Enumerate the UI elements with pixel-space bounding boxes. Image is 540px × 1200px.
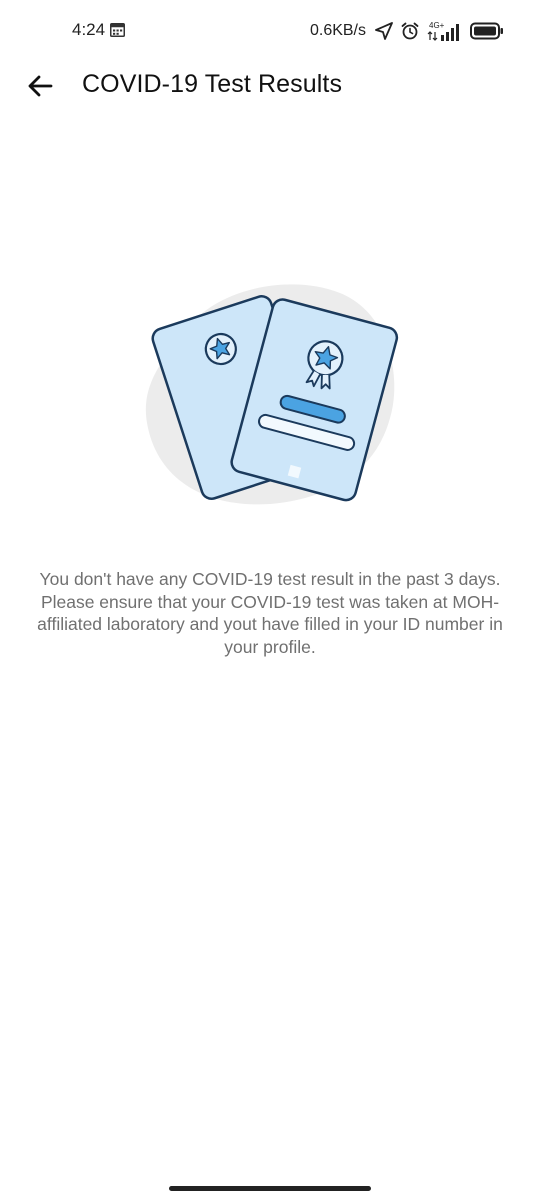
page-title: COVID-19 Test Results [82,70,343,98]
empty-state-message: You don't have any COVID-19 test result … [37,569,503,657]
app-bar: COVID-19 Test Results [0,62,540,110]
back-button[interactable] [22,68,58,104]
battery-icon [470,22,503,40]
network-type: 4G+ [429,21,445,30]
signal-icon: 4G+ [427,21,459,41]
status-right-group: 0.6KB/s 4G+ [310,18,504,44]
certificate-cards-illustration [145,284,399,505]
network-speed: 0.6KB/s [309,22,366,39]
status-bar: 4:24 0.6KB/s 4G+ [0,0,540,62]
arrow-left-icon [28,75,53,97]
location-arrow-icon [375,22,393,40]
alarm-icon [401,22,419,40]
calendar-icon [110,23,125,37]
home-indicator[interactable] [169,1186,371,1191]
status-time: 4:24 [72,20,106,39]
